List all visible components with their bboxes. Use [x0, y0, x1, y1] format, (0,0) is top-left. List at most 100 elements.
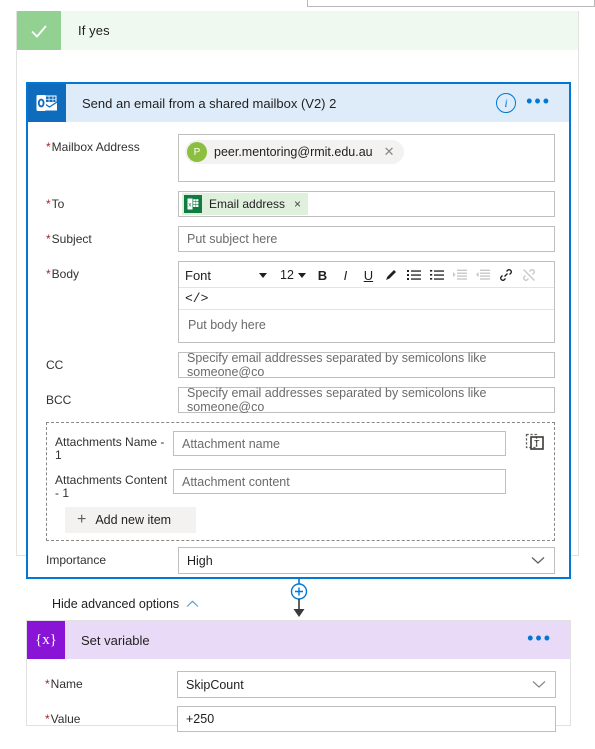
- rich-text-editor[interactable]: Font 12 B I U </> Put body here: [178, 261, 555, 343]
- importance-value: High: [187, 553, 213, 568]
- body-label: *Body: [46, 267, 80, 281]
- bcc-input[interactable]: Specify email addresses separated by sem…: [178, 386, 555, 414]
- to-field[interactable]: x Email address ×: [178, 191, 555, 217]
- attachment-name-row: Attachments Name - 1 Attachment name: [55, 431, 546, 462]
- if-yes-label: If yes: [78, 23, 110, 38]
- close-icon[interactable]: ×: [294, 197, 301, 211]
- send-email-card-body: *Mailbox Address P peer.mentoring@rmit.e…: [28, 122, 569, 611]
- underline-button[interactable]: U: [358, 265, 379, 285]
- variable-name-value: SkipCount: [186, 677, 244, 692]
- body-input[interactable]: Put body here: [179, 310, 554, 342]
- outlook-icon: [28, 84, 66, 122]
- importance-row: Importance High: [28, 547, 569, 574]
- set-variable-card-title: Set variable: [81, 632, 150, 648]
- plus-icon: +: [77, 511, 87, 528]
- font-size-select[interactable]: 12: [275, 265, 311, 285]
- add-new-item-label: Add new item: [95, 513, 172, 527]
- to-input[interactable]: x Email address ×: [178, 191, 555, 217]
- bcc-label: BCC: [46, 393, 72, 407]
- pen-icon[interactable]: [381, 265, 402, 285]
- to-token-chip[interactable]: x Email address ×: [182, 193, 309, 215]
- chevron-down-icon: [259, 272, 267, 278]
- to-row: *To x Email address ×: [28, 191, 569, 217]
- mailbox-token-chip[interactable]: P peer.mentoring@rmit.edu.au ✕: [185, 140, 404, 164]
- add-step-connector[interactable]: [281, 578, 317, 620]
- flow-designer-canvas: If yes Send an email from a shared mailb…: [0, 0, 595, 749]
- cc-field[interactable]: Specify email addresses separated by sem…: [178, 351, 555, 379]
- indent-increase-icon[interactable]: [450, 265, 471, 285]
- required-asterisk: *: [45, 712, 50, 726]
- more-options-icon[interactable]: •••: [521, 629, 558, 647]
- partial-input-above: [307, 0, 595, 7]
- subject-input[interactable]: Put subject here: [178, 226, 555, 252]
- cc-input[interactable]: Specify email addresses separated by sem…: [178, 351, 555, 379]
- variable-name-label: *Name: [45, 677, 83, 691]
- variable-value-input[interactable]: +250: [177, 706, 556, 732]
- mailbox-address-field[interactable]: P peer.mentoring@rmit.edu.au ✕: [178, 134, 555, 182]
- variable-icon: {x}: [27, 621, 65, 659]
- more-options-icon[interactable]: •••: [520, 92, 557, 110]
- subject-field[interactable]: Put subject here: [178, 226, 555, 252]
- variable-value-label: *Value: [45, 712, 81, 726]
- chevron-down-icon: [532, 677, 546, 692]
- cc-label: CC: [46, 358, 64, 372]
- hide-advanced-options-label: Hide advanced options: [52, 597, 180, 611]
- indent-decrease-icon[interactable]: [473, 265, 494, 285]
- required-asterisk: *: [46, 232, 51, 246]
- set-variable-header-actions: •••: [521, 621, 570, 659]
- paste-from-clipboard-icon[interactable]: T: [524, 431, 546, 453]
- mailbox-token-area[interactable]: P peer.mentoring@rmit.edu.au ✕: [178, 134, 555, 182]
- link-icon[interactable]: [496, 265, 517, 285]
- body-field[interactable]: Font 12 B I U </> Put body here: [178, 261, 555, 343]
- rte-toolbar-row2: </>: [179, 288, 554, 310]
- send-email-card-header[interactable]: Send an email from a shared mailbox (V2)…: [28, 84, 569, 122]
- to-label: *To: [46, 197, 65, 211]
- bcc-field[interactable]: Specify email addresses separated by sem…: [178, 386, 555, 414]
- variable-name-row: *Name SkipCount: [45, 671, 556, 698]
- avatar: P: [187, 142, 207, 162]
- variable-value-field[interactable]: +250: [177, 706, 556, 732]
- body-row: *Body Font 12 B I U </> Put body here: [28, 261, 569, 343]
- close-icon[interactable]: ✕: [384, 144, 395, 160]
- hide-advanced-options-button[interactable]: Hide advanced options: [52, 597, 199, 611]
- attachment-name-input[interactable]: Attachment name: [173, 431, 506, 456]
- info-icon[interactable]: i: [496, 93, 517, 113]
- excel-icon: x: [184, 195, 202, 213]
- code-view-icon[interactable]: </>: [185, 291, 208, 306]
- chevron-up-icon: [186, 597, 199, 611]
- subject-label: *Subject: [46, 232, 92, 246]
- attachment-content-input[interactable]: Attachment content: [173, 469, 506, 494]
- attachments-group: Attachments Name - 1 Attachment name Att…: [46, 422, 555, 541]
- importance-select[interactable]: High: [178, 547, 555, 574]
- variable-name-field[interactable]: SkipCount: [177, 671, 556, 698]
- set-variable-card[interactable]: {x} Set variable ••• *Name SkipCount *Va…: [26, 620, 571, 732]
- rte-toolbar: Font 12 B I U: [179, 262, 554, 288]
- subject-row: *Subject Put subject here: [28, 226, 569, 252]
- importance-field[interactable]: High: [178, 547, 555, 574]
- mailbox-address-row: *Mailbox Address P peer.mentoring@rmit.e…: [28, 134, 569, 182]
- required-asterisk: *: [46, 267, 51, 281]
- required-asterisk: *: [45, 677, 50, 691]
- svg-text:T: T: [534, 439, 540, 449]
- mailbox-address-label: *Mailbox Address: [46, 140, 140, 154]
- cc-row: CC Specify email addresses separated by …: [28, 351, 569, 379]
- variable-name-select[interactable]: SkipCount: [177, 671, 556, 698]
- bulleted-list-icon[interactable]: [404, 265, 425, 285]
- send-email-card-title: Send an email from a shared mailbox (V2)…: [82, 95, 337, 111]
- bcc-row: BCC Specify email addresses separated by…: [28, 386, 569, 414]
- attachment-content-label: Attachments Content - 1: [55, 473, 168, 500]
- set-variable-card-body: *Name SkipCount *Value +250: [27, 659, 570, 732]
- add-new-item-button[interactable]: + Add new item: [65, 507, 196, 533]
- font-family-select[interactable]: Font: [183, 265, 271, 285]
- variable-glyph: {x}: [35, 631, 57, 648]
- send-email-action-card[interactable]: Send an email from a shared mailbox (V2)…: [26, 82, 571, 611]
- attachment-content-row: Attachments Content - 1 Attachment conte…: [55, 469, 546, 500]
- set-variable-card-header[interactable]: {x} Set variable •••: [27, 621, 570, 659]
- numbered-list-icon[interactable]: [427, 265, 448, 285]
- bold-button[interactable]: B: [312, 265, 333, 285]
- italic-button[interactable]: I: [335, 265, 356, 285]
- chevron-down-icon: [531, 553, 545, 568]
- unlink-icon[interactable]: [519, 265, 540, 285]
- card-header-actions: i •••: [496, 84, 569, 122]
- if-yes-header: If yes: [17, 11, 578, 51]
